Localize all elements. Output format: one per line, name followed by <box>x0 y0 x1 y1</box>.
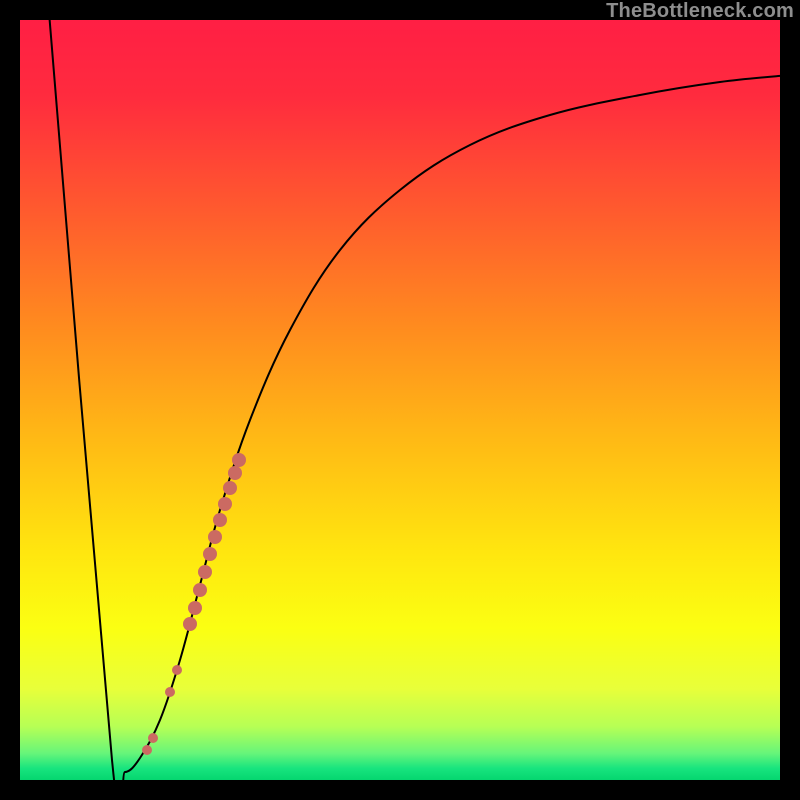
curve-marker <box>148 733 158 743</box>
background-gradient <box>20 20 780 780</box>
curve-marker <box>208 530 222 544</box>
plot-area <box>20 20 780 780</box>
curve-marker <box>193 583 207 597</box>
curve-marker <box>165 687 175 697</box>
curve-marker <box>198 565 212 579</box>
curve-marker <box>203 547 217 561</box>
curve-marker <box>188 601 202 615</box>
curve-marker <box>172 665 182 675</box>
curve-marker <box>142 745 152 755</box>
curve-marker <box>228 466 242 480</box>
curve-marker <box>223 481 237 495</box>
curve-marker <box>218 497 232 511</box>
curve-marker <box>183 617 197 631</box>
chart-frame: TheBottleneck.com <box>0 0 800 800</box>
chart-svg <box>20 20 780 780</box>
watermark-text: TheBottleneck.com <box>606 0 794 23</box>
curve-marker <box>232 453 246 467</box>
curve-marker <box>213 513 227 527</box>
